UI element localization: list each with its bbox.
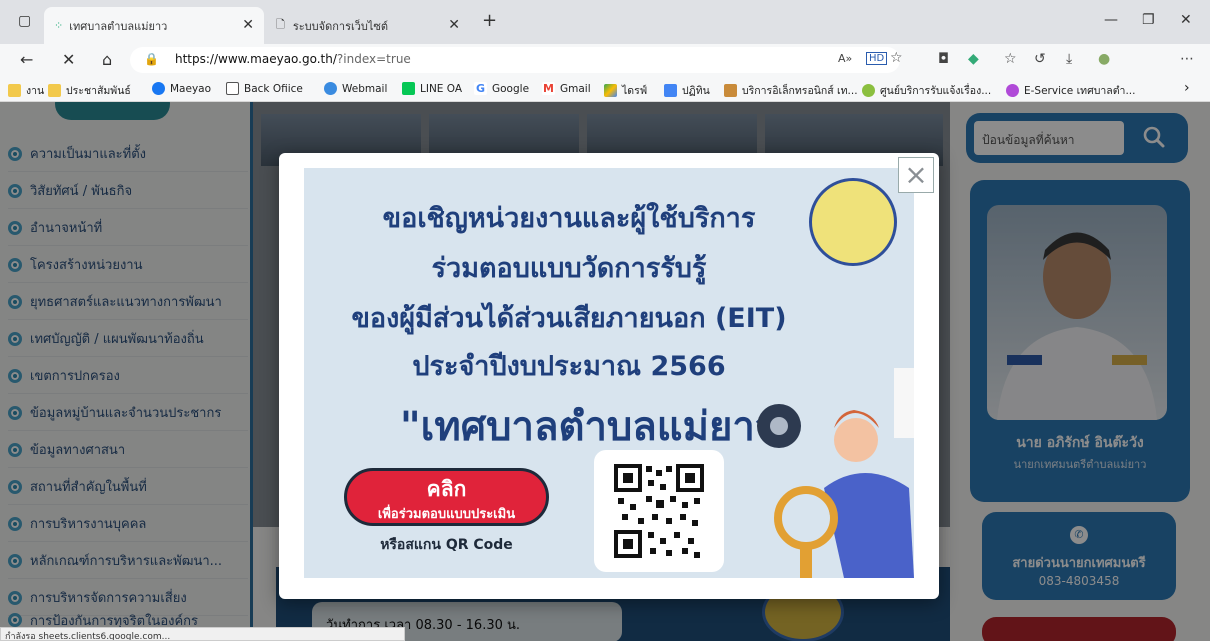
lock-icon: 🔒 [144, 52, 159, 66]
more-icon[interactable]: ⋯ [1180, 51, 1194, 67]
favorite-star-icon[interactable]: ☆ [890, 50, 903, 66]
banner-line-2: ร่วมตอบแบบวัดการรับรู้ [431, 253, 707, 284]
close-window-icon[interactable]: ✕ [1180, 12, 1192, 28]
history-icon[interactable]: ↺ [1034, 51, 1046, 67]
qr-code-icon [614, 464, 704, 558]
restore-icon[interactable]: ❐ [1142, 12, 1155, 28]
loading-icon: ⁘ [54, 19, 64, 32]
click-label: คลิก [426, 477, 467, 501]
qr-code[interactable] [594, 450, 724, 572]
browser-status-bar: กำลังรอ sheets.clients6.google.com... [0, 627, 405, 641]
camera-icon[interactable]: ◘ [938, 51, 949, 67]
tab-close-icon[interactable]: ✕ [448, 17, 460, 33]
banner-line-1: ขอเชิญหน่วยงานและผู้ใช้บริการ [382, 203, 756, 234]
tab-actions-icon[interactable]: ▢ [18, 13, 31, 29]
download-icon[interactable]: ⤓ [1066, 51, 1072, 67]
tab-close-icon[interactable]: ✕ [242, 17, 254, 33]
address-bar-row: ← ✕ ⌂ 🔒 https://www.maeyao.go.th/?index=… [0, 44, 1210, 76]
fav-drive[interactable]: ไดรฟ์ [604, 82, 647, 99]
fav-eservice[interactable]: E-Service เทศบาลตำ... [1006, 82, 1135, 99]
drive-icon [604, 84, 617, 97]
browser-tab-bar: ▢ ⁘ เทศบาลตำบลแม่ยาว ✕ 🗋 ระบบจัดการเว็บไ… [0, 0, 1210, 44]
back-icon[interactable]: ← [20, 50, 33, 69]
home-icon[interactable]: ⌂ [102, 50, 112, 69]
eservice-icon [1006, 84, 1019, 97]
line-icon [402, 82, 415, 95]
favorites-icon[interactable]: ☆ [1004, 51, 1017, 67]
eit-popup-modal: ขอเชิญหน่วยงานและผู้ใช้บริการ ร่วมตอบแบบ… [279, 153, 939, 599]
qr-caption: หรือสแกน QR Code [380, 537, 513, 553]
center-icon [862, 84, 875, 97]
municipality-emblem [809, 178, 897, 266]
page-icon: 🗋 [276, 18, 285, 31]
url-text: https://www.maeyao.go.th/?index=true [175, 52, 411, 66]
tab-title: ระบบจัดการเว็บไซต์ [292, 19, 389, 33]
page-icon [226, 82, 239, 95]
url-bar[interactable]: 🔒 https://www.maeyao.go.th/?index=true A… [130, 47, 903, 73]
fav-backoffice[interactable]: Back Ofiice [226, 82, 303, 95]
facebook-icon [152, 82, 165, 95]
fav-folder-work[interactable]: งาน [8, 82, 44, 99]
click-to-survey-button[interactable]: คลิก เพื่อร่วมตอบแบบประเมิน [344, 468, 549, 526]
illustration-person-magnifier [757, 368, 914, 578]
eit-banner[interactable]: ขอเชิญหน่วยงานและผู้ใช้บริการ ร่วมตอบแบบ… [304, 168, 914, 578]
fav-calendar[interactable]: ปฏิทิน [664, 82, 710, 99]
read-aloud-icon[interactable]: A» [838, 52, 852, 65]
favorites-more-icon[interactable]: › [1184, 80, 1190, 96]
hd-icon[interactable]: HD [866, 52, 888, 65]
service-icon [724, 84, 737, 97]
calendar-icon [664, 84, 677, 97]
fav-folder-pr[interactable]: ประชาสัมพันธ์ [48, 82, 131, 99]
profile-icon[interactable]: ● [1098, 51, 1110, 67]
fav-webmail[interactable]: Webmail [324, 82, 387, 95]
modal-close-button[interactable]: × [898, 157, 934, 193]
fav-maeyao[interactable]: Maeyao [152, 82, 211, 95]
fav-eservices[interactable]: บริการอิเล็กทรอนิกส์ เท... [724, 82, 858, 99]
google-icon: G [474, 82, 487, 95]
gmail-icon: M [542, 82, 555, 95]
tab-cms[interactable]: 🗋 ระบบจัดการเว็บไซต์ ✕ [266, 7, 476, 44]
banner-line-3: ของผู้มีส่วนได้ส่วนเสียภายนอก (EIT) [351, 303, 787, 334]
click-sublabel: เพื่อร่วมตอบแบบประเมิน [377, 507, 516, 522]
webmail-icon [324, 82, 337, 95]
folder-icon [8, 84, 21, 97]
stop-icon[interactable]: ✕ [62, 50, 75, 69]
fav-complaint-center[interactable]: ศูนย์บริการรับแจ้งเรื่อง... [862, 82, 991, 99]
tab-maeyao[interactable]: ⁘ เทศบาลตำบลแม่ยาว ✕ [44, 7, 264, 44]
extension-icon[interactable]: ◆ [968, 51, 979, 67]
minimize-icon[interactable]: — [1104, 12, 1118, 28]
favorites-bar: งาน ประชาสัมพันธ์ Maeyao Back Ofiice Web… [0, 76, 1210, 102]
tab-title: เทศบาลตำบลแม่ยาว [69, 19, 168, 33]
fav-line-oa[interactable]: LINE OA [402, 82, 462, 95]
new-tab-icon[interactable]: + [482, 10, 497, 31]
fav-gmail[interactable]: M Gmail [542, 82, 591, 95]
fav-google[interactable]: G Google [474, 82, 529, 95]
folder-icon [48, 84, 61, 97]
